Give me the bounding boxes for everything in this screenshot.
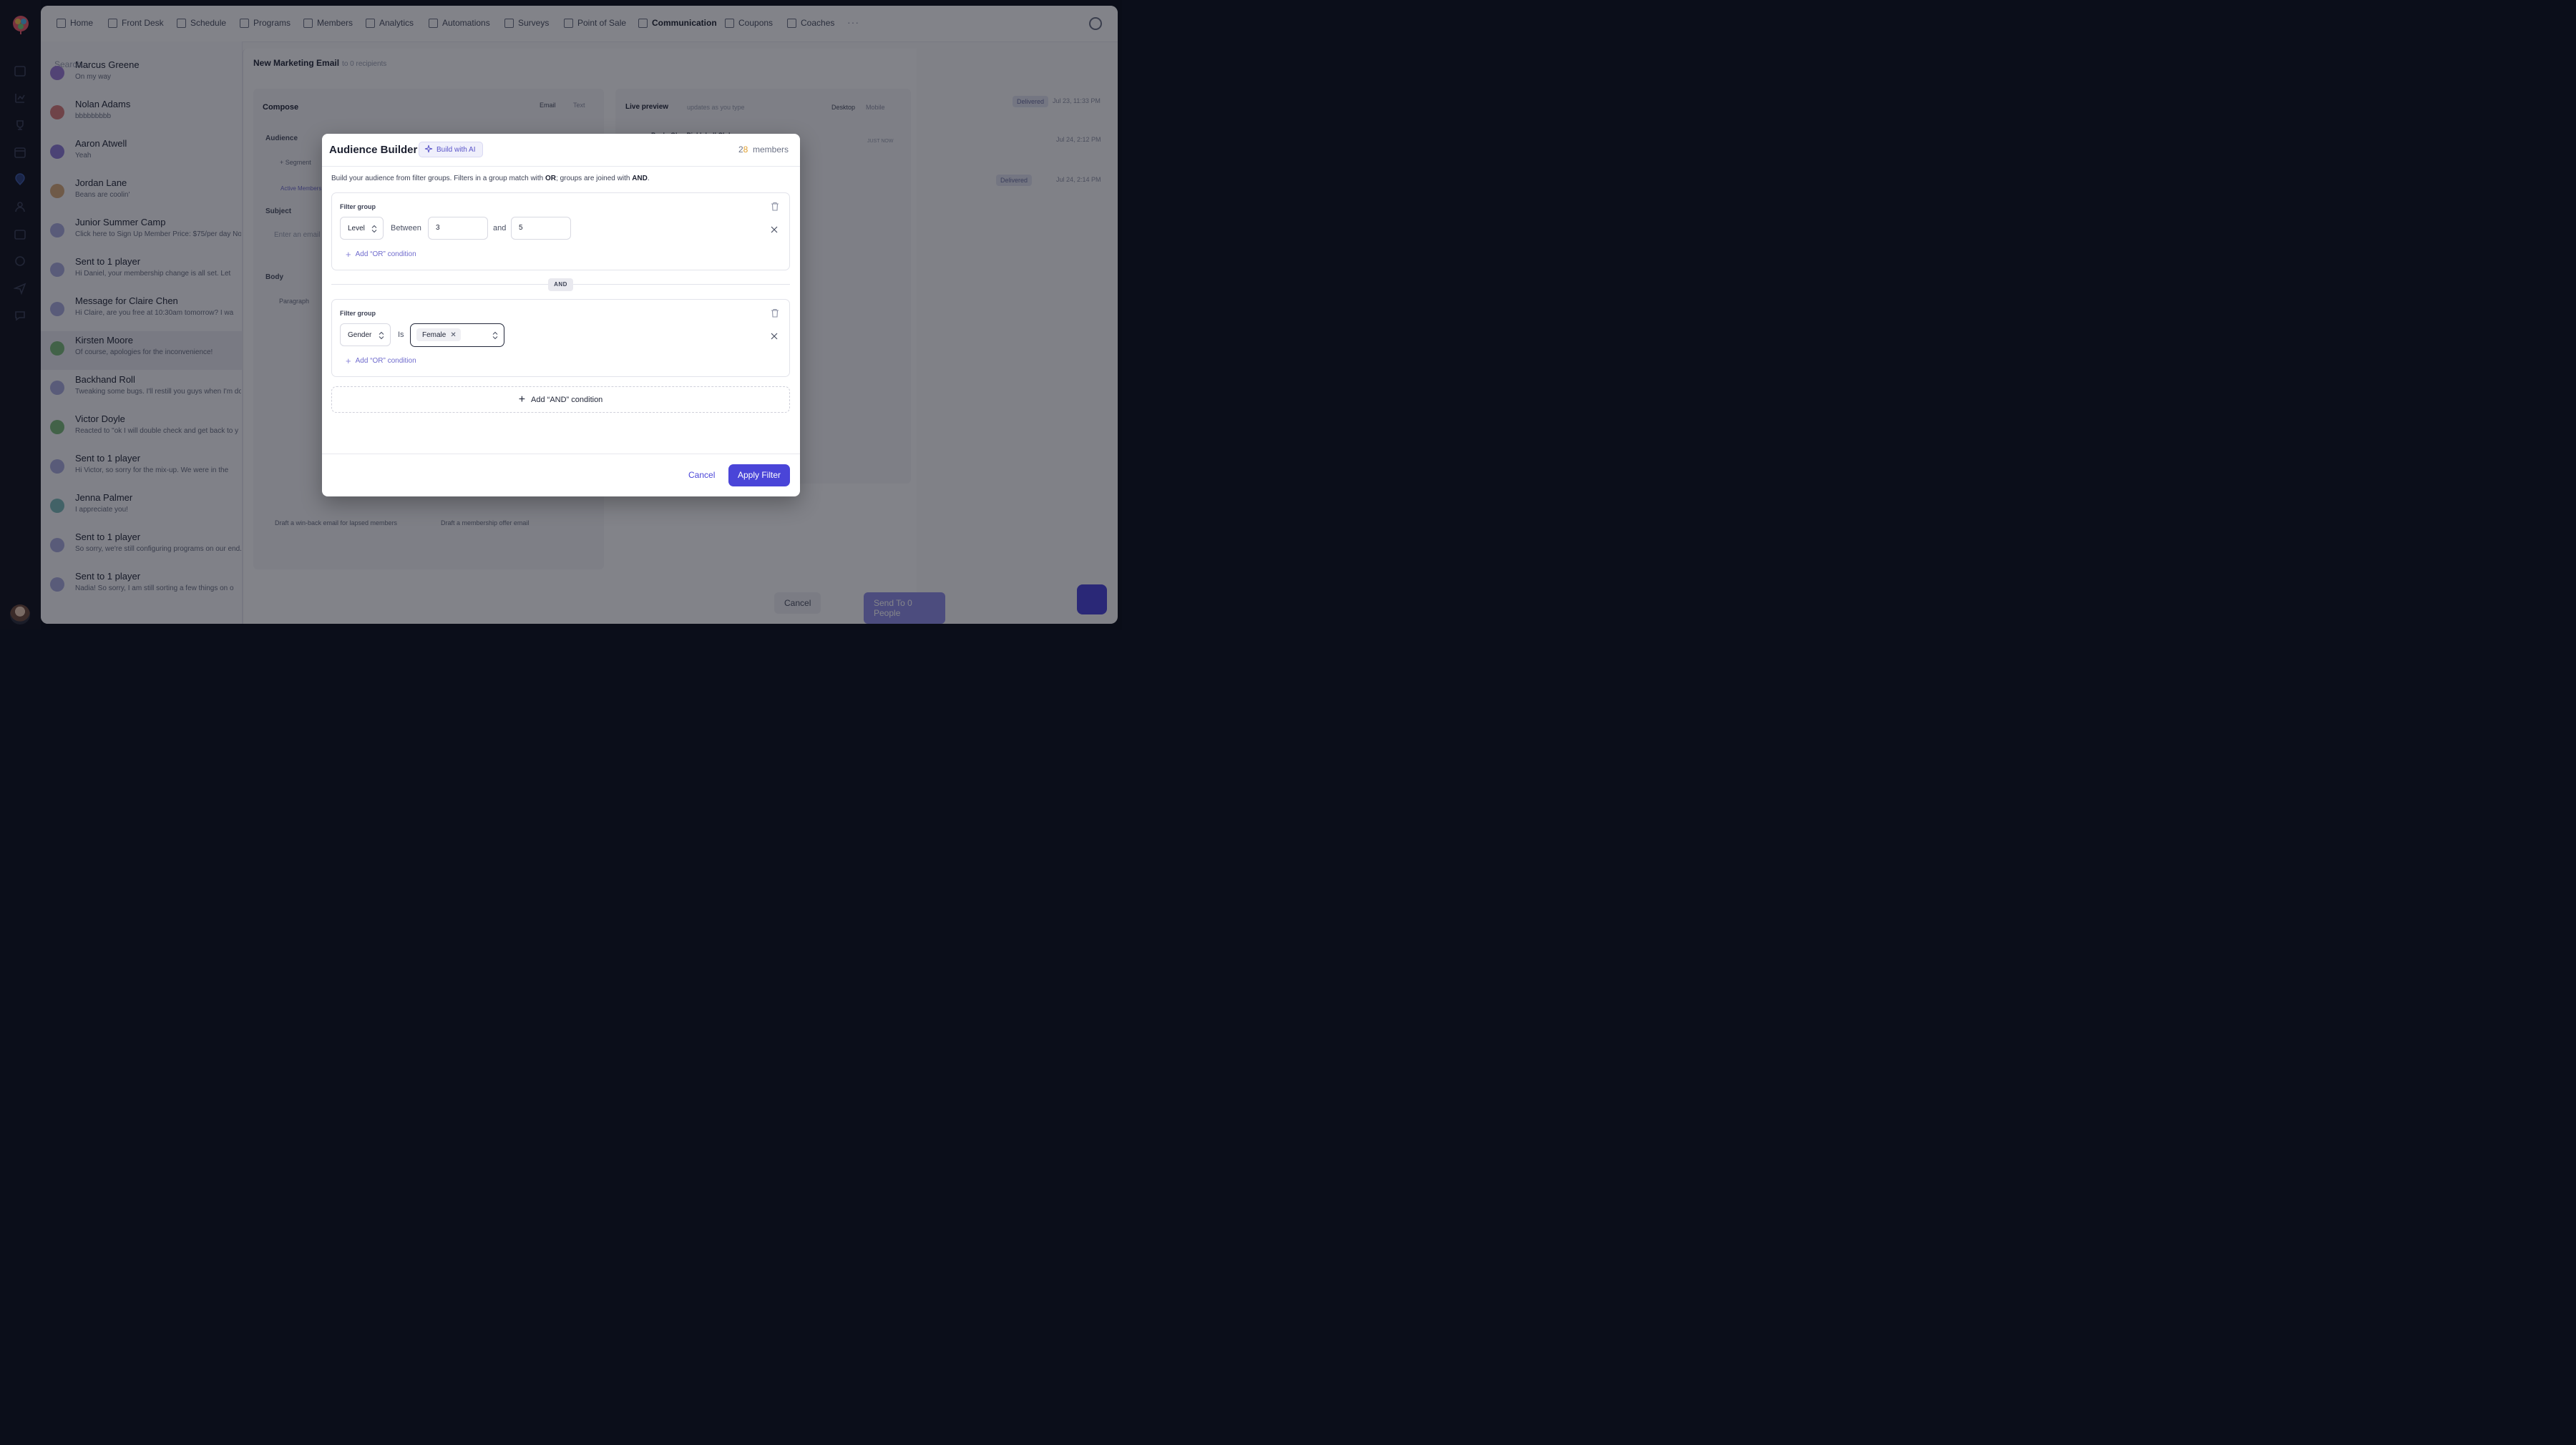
apply-filter-button[interactable]: Apply Filter bbox=[728, 464, 790, 486]
add-and-condition-button[interactable]: + Add “AND” condition bbox=[331, 386, 790, 413]
value-to-input[interactable]: 5 bbox=[511, 217, 571, 240]
audience-builder-modal: Audience Builder Build with AI 28 member… bbox=[322, 134, 800, 496]
cancel-button[interactable]: Cancel bbox=[688, 470, 715, 480]
modal-description: Build your audience from filter groups. … bbox=[331, 175, 650, 182]
chevron-updown-icon bbox=[492, 331, 498, 340]
joiner-label: and bbox=[493, 224, 507, 232]
plus-icon: + bbox=[346, 355, 351, 366]
modal-title: Audience Builder bbox=[329, 144, 418, 156]
add-or-condition-button[interactable]: + Add “OR” condition bbox=[346, 355, 416, 366]
filter-group-label: Filter group bbox=[340, 310, 376, 317]
chevron-updown-icon bbox=[379, 331, 384, 340]
value-from-input[interactable]: 3 bbox=[428, 217, 488, 240]
filter-group-label: Filter group bbox=[340, 203, 376, 210]
field-select[interactable]: Level bbox=[340, 217, 384, 240]
trash-icon[interactable] bbox=[771, 202, 779, 211]
filter-group: Filter group Level Between 3 and 5 + Add … bbox=[331, 192, 790, 270]
trash-icon[interactable] bbox=[771, 308, 779, 318]
modal-footer: Cancel Apply Filter bbox=[322, 454, 800, 496]
member-count: 28 members bbox=[738, 144, 789, 155]
plus-icon: + bbox=[346, 248, 351, 260]
value-multiselect[interactable]: Female ✕ bbox=[410, 323, 504, 347]
modal-header: Audience Builder Build with AI 28 member… bbox=[322, 134, 800, 167]
plus-icon: + bbox=[518, 393, 526, 406]
chip-remove-icon[interactable]: ✕ bbox=[450, 331, 456, 339]
operator-label: Is bbox=[398, 330, 404, 339]
field-select[interactable]: Gender bbox=[340, 323, 391, 346]
and-separator: AND bbox=[331, 278, 790, 291]
remove-condition-icon[interactable] bbox=[771, 330, 778, 340]
and-badge: AND bbox=[548, 278, 573, 291]
remove-condition-icon[interactable] bbox=[771, 224, 778, 233]
sparkle-icon bbox=[424, 144, 433, 155]
filter-group: Filter group Gender Is Female ✕ + Add “OR… bbox=[331, 299, 790, 377]
operator-label: Between bbox=[391, 224, 421, 232]
add-or-condition-button[interactable]: + Add “OR” condition bbox=[346, 248, 416, 260]
build-with-ai-button[interactable]: Build with AI bbox=[419, 142, 484, 157]
chevron-updown-icon bbox=[371, 225, 377, 233]
value-chip: Female ✕ bbox=[416, 328, 461, 341]
